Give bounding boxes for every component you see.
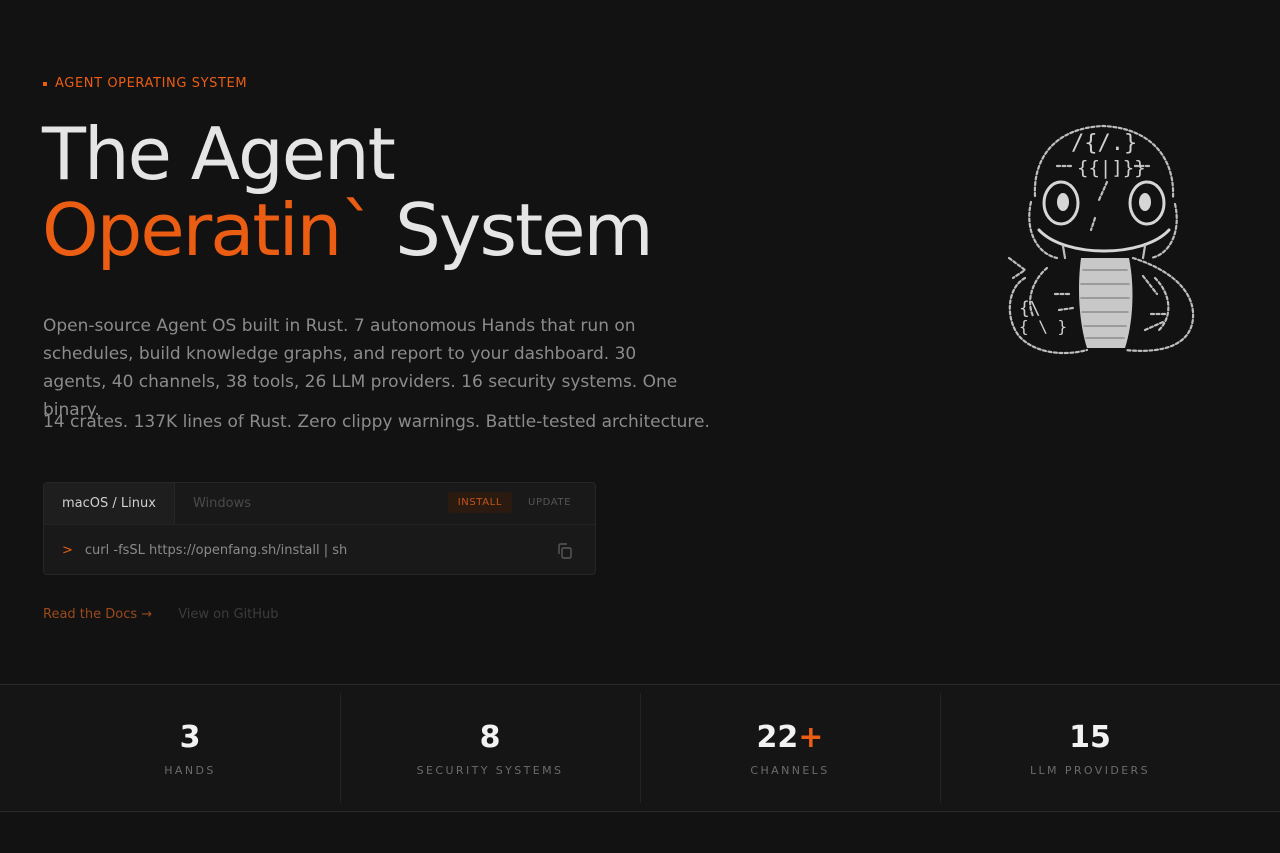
tab-macos-linux[interactable]: macOS / Linux [44, 483, 175, 524]
stats-bar: 3 HANDS 8 SECURITY SYSTEMS 22+ CHANNELS … [0, 684, 1280, 812]
title-accent: Operatin` [42, 188, 376, 272]
install-command[interactable]: curl -fsSL https://openfang.sh/install |… [85, 543, 347, 558]
install-mode-button[interactable]: INSTALL [447, 492, 513, 513]
stat-security-systems: 8 SECURITY SYSTEMS [340, 685, 640, 811]
stat-label: HANDS [164, 763, 216, 777]
install-mode-toggle: INSTALL UPDATE [447, 492, 581, 513]
stat-value: 3 [180, 720, 201, 756]
hero-page: AGENT OPERATING SYSTEM The Agent Operati… [0, 0, 1280, 853]
stat-label: CHANNELS [750, 763, 830, 777]
eyebrow-text: AGENT OPERATING SYSTEM [55, 76, 248, 91]
title-rest: System [374, 188, 654, 272]
stat-label: LLM PROVIDERS [1029, 763, 1150, 777]
mascot-glyph-mid: {{|]}} [1077, 157, 1146, 179]
stat-label: SECURITY SYSTEMS [416, 763, 564, 777]
ascii-snake-mascot-icon: /{/.} {{|]}} {\ { \ } [1007, 124, 1195, 355]
mascot-glyph-body-2: { \ } [1019, 317, 1067, 336]
stat-value: 22+ [757, 720, 824, 756]
read-docs-link[interactable]: Read the Docs → [43, 607, 152, 622]
mascot-glyph-body-1: {\ [1019, 298, 1041, 319]
stat-value: 8 [480, 720, 501, 756]
update-mode-button[interactable]: UPDATE [518, 492, 581, 513]
command-row: > curl -fsSL https://openfang.sh/install… [44, 525, 595, 576]
hero-links: Read the Docs → View on GitHub [43, 607, 279, 622]
stat-llm-providers: 15 LLM PROVIDERS [940, 685, 1240, 811]
title-line-1: The Agent [42, 112, 396, 196]
install-command-box: macOS / Linux Windows INSTALL UPDATE > c… [43, 482, 596, 575]
stat-number: 3 [179, 719, 201, 755]
github-link[interactable]: View on GitHub [178, 607, 278, 622]
install-header: macOS / Linux Windows INSTALL UPDATE [44, 483, 595, 525]
stat-value: 15 [1069, 720, 1111, 756]
mascot-glyph-top: /{/.} [1071, 131, 1137, 156]
title-line-2: Operatin` System [42, 192, 654, 268]
stat-number: 8 [479, 719, 501, 755]
stat-suffix: + [798, 719, 824, 755]
stat-number: 22 [756, 719, 799, 755]
eyebrow-dot-icon [43, 81, 47, 86]
page-title: The Agent Operatin` System [42, 112, 654, 268]
prompt-icon: > [62, 543, 73, 558]
tab-windows[interactable]: Windows [175, 483, 269, 524]
stat-channels: 22+ CHANNELS [640, 685, 940, 811]
stat-hands: 3 HANDS [40, 685, 340, 811]
hero-description-secondary: 14 crates. 137K lines of Rust. Zero clip… [43, 412, 710, 432]
eyebrow: AGENT OPERATING SYSTEM [43, 76, 247, 91]
copy-icon[interactable] [556, 542, 574, 560]
stat-number: 15 [1069, 719, 1111, 755]
